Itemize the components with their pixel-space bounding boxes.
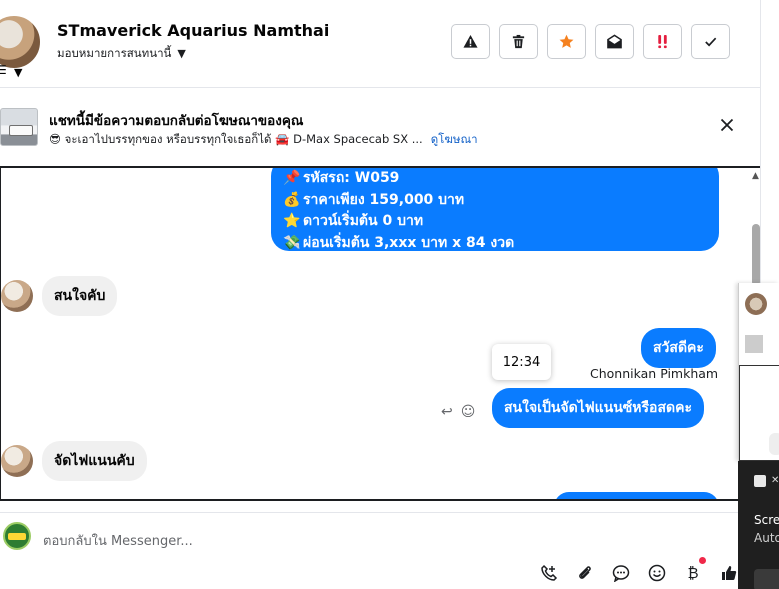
mini-ad-thumbnail: [745, 335, 763, 353]
ad-banner-title: แชทนี้มีข้อความตอบกลับต่อโฆษณาของคุณ: [49, 113, 304, 129]
mini-bubble: [769, 433, 779, 455]
thumbs-up-icon[interactable]: [718, 562, 740, 584]
star-icon: [559, 34, 574, 48]
contact-name[interactable]: STmaverick Aquarius Namthai: [57, 21, 329, 40]
envelope-open-icon: [607, 34, 622, 49]
notification-title: Scre: [754, 513, 779, 527]
star-button[interactable]: [547, 24, 586, 59]
warning-icon: [463, 34, 478, 48]
trash-icon: [512, 34, 525, 49]
attachment-icon[interactable]: [574, 562, 596, 584]
sender-name: Chonnikan Pimkham: [590, 366, 719, 381]
emoji-icon[interactable]: [646, 562, 668, 584]
chevron-down-icon[interactable]: ▼: [14, 66, 22, 79]
car-info-message[interactable]: 📌 รหัสรถ: W059 💰 ราคาเพียง 159,000 บาท ⭐ ดา…: [271, 168, 719, 251]
react-icon[interactable]: ☺: [461, 404, 476, 420]
report-spam-button[interactable]: [451, 24, 490, 59]
assign-conversation-dropdown[interactable]: มอบหมายการสนทนานี้ ▼: [57, 45, 186, 63]
delete-button[interactable]: [499, 24, 538, 59]
app-icon: [754, 475, 766, 487]
notification-button[interactable]: [754, 569, 779, 589]
info-line: 💸 ผ่อนเริ่มต้น 3,xxx บาท x 84 งวด: [283, 233, 707, 255]
conversation-header: ☰ ▼ STmaverick Aquarius Namthai มอบหมายก…: [0, 0, 760, 86]
saved-replies-icon[interactable]: [610, 562, 632, 584]
outgoing-message-partial[interactable]: [554, 492, 719, 499]
ad-thumbnail[interactable]: [0, 108, 38, 146]
contact-avatar-small[interactable]: [1, 445, 33, 477]
composer-toolbar: ₿: [538, 562, 740, 584]
message-actions: ↩ ☺: [441, 404, 475, 420]
chevron-down-icon: ▼: [177, 47, 186, 60]
important-button[interactable]: [643, 24, 682, 59]
call-add-icon[interactable]: [538, 562, 560, 584]
close-icon[interactable]: [719, 117, 735, 133]
payment-icon[interactable]: ₿: [682, 562, 704, 584]
info-line: 📌 รหัสรถ: W059: [283, 168, 707, 190]
checkmark-icon: [705, 37, 717, 47]
header-actions: [451, 24, 730, 59]
reply-input[interactable]: ตอบกลับใน Messenger...: [43, 530, 193, 551]
outgoing-message[interactable]: สวัสดีคะ: [641, 328, 716, 368]
info-line: ⭐ ดาวน์เริ่มต้น 0 บาท: [283, 211, 707, 233]
info-line: 💰 ราคาเพียง 159,000 บาท: [283, 190, 707, 212]
ad-description: 😎 จะเอาไปบรรทุกของ หรือบรรทุกใจเธอก็ได้ …: [49, 131, 478, 149]
view-ad-link[interactable]: ดูโฆษณา: [431, 132, 478, 146]
incoming-message[interactable]: สนใจคับ: [42, 276, 118, 316]
pushpin-icon: 📌: [283, 170, 301, 186]
incoming-message[interactable]: จัดไฟแนนคับ: [42, 441, 147, 481]
contact-avatar[interactable]: [0, 14, 42, 70]
outgoing-message[interactable]: สนใจเป็นจัดไฟแนนซ์หรือสดคะ: [492, 388, 704, 428]
assign-label: มอบหมายการสนทนานี้: [57, 46, 172, 60]
contact-avatar-small[interactable]: [1, 280, 33, 312]
money-wings-icon: 💸: [283, 234, 301, 251]
notification-dot: [699, 557, 706, 564]
money-bag-icon: 💰: [283, 191, 301, 208]
assign-icon[interactable]: ☰: [0, 63, 7, 77]
page-avatar: [3, 522, 31, 550]
mini-avatar: [745, 293, 767, 315]
done-button[interactable]: [691, 24, 730, 59]
timestamp-tooltip: 12:34: [492, 344, 551, 380]
background-window-edge: [760, 0, 779, 283]
background-chat-window: [738, 283, 779, 461]
messenger-window: { "header": { "contact_name": "STmaveric…: [0, 0, 779, 589]
close-icon[interactable]: ✕: [771, 475, 779, 486]
reply-icon[interactable]: ↩: [441, 404, 453, 420]
double-exclamation-icon: [658, 34, 667, 49]
mark-unread-button[interactable]: [595, 24, 634, 59]
scroll-up-icon[interactable]: ▲: [752, 171, 759, 181]
scroll-thumb[interactable]: [752, 224, 760, 286]
composer: ตอบกลับใน Messenger... ₿: [0, 512, 760, 589]
ad-reply-banner: แชทนี้มีข้อความตอบกลับต่อโฆษณาของคุณ 😎 จ…: [0, 87, 760, 165]
star-icon: ⭐: [283, 213, 301, 229]
message-thread[interactable]: 📌 รหัสรถ: W059 💰 ราคาเพียง 159,000 บาท ⭐ ดา…: [0, 166, 764, 501]
system-notification[interactable]: ✕ Scre Auto: [738, 461, 779, 589]
notification-subtitle: Auto: [754, 531, 779, 545]
ad-text: 😎 จะเอาไปบรรทุกของ หรือบรรทุกใจเธอก็ได้ …: [49, 132, 423, 146]
